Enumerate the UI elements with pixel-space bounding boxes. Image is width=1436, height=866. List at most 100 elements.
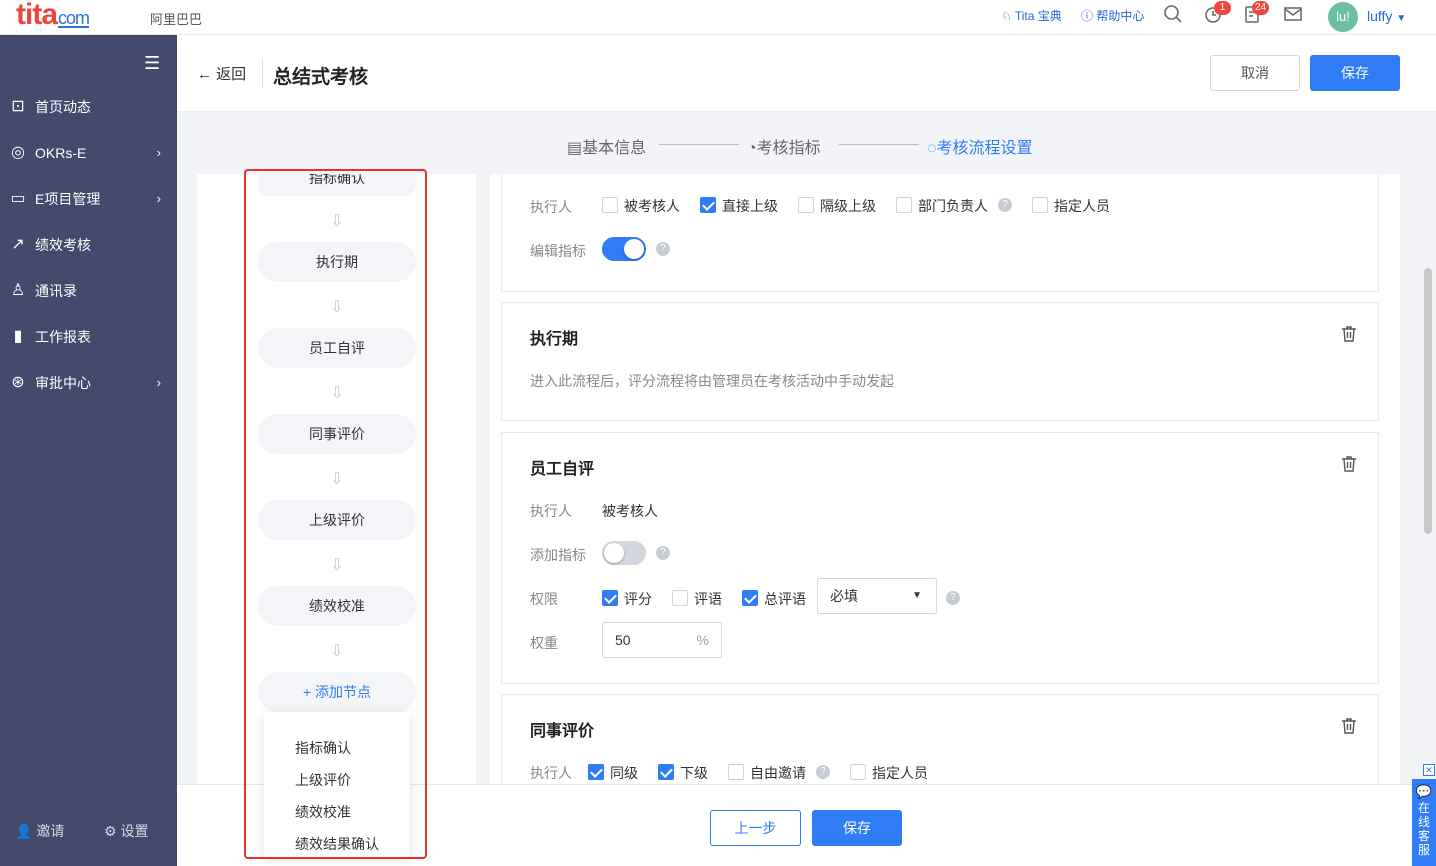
bar-chart-icon: ▮	[13, 328, 23, 345]
delete-trash-icon[interactable]	[1340, 325, 1358, 343]
step-connector	[659, 144, 739, 145]
sidebar-item-performance[interactable]: ↗ 绩效考核	[0, 224, 177, 266]
checkbox-label: 评语	[694, 591, 722, 607]
card-title: 同事评价	[530, 723, 595, 740]
checkbox-designated[interactable]	[850, 764, 866, 780]
edit-icon: ↗	[11, 236, 25, 253]
invite-button[interactable]: 👤 邀请	[15, 821, 64, 841]
step-indicators[interactable]: ◔考核指标	[747, 134, 821, 158]
sidebar-item-projects[interactable]: ▭ E项目管理 ›	[0, 178, 177, 220]
delete-trash-icon[interactable]	[1340, 717, 1358, 735]
checkbox-free-invite[interactable]	[728, 764, 744, 780]
reminder-clock-icon[interactable]: 1	[1202, 1, 1231, 26]
step-basic-info[interactable]: ▤基本信息	[567, 134, 646, 158]
mail-icon[interactable]	[1282, 4, 1304, 26]
approval-icon: ⊛	[11, 374, 25, 391]
card-title: 执行期	[530, 331, 579, 348]
divider	[262, 59, 263, 87]
peer-review-card: 同事评价 执行人 同级 下级 自由邀请 ? 指定人员	[501, 694, 1379, 784]
help-icon[interactable]: ?	[816, 765, 830, 779]
help-icon[interactable]: ?	[656, 242, 670, 256]
document-icon: ▤	[567, 140, 583, 157]
footer-save-button[interactable]: 保存	[812, 810, 902, 846]
chevron-right-icon: ›	[156, 375, 161, 390]
sidebar: ☰ ⊡ 首页动态 ◎ OKRs-E › ▭ E项目管理 › ↗ 绩效考核 ♙ 通讯录 ▮ 工作报…	[0, 35, 177, 866]
checkbox-label: 指定人员	[872, 765, 928, 781]
save-button[interactable]: 保存	[1310, 55, 1400, 91]
checkbox-direct-manager[interactable]	[700, 197, 716, 213]
chat-icon: 💬	[1415, 784, 1433, 799]
executor-value: 被考核人	[602, 503, 658, 519]
sidebar-item-approval[interactable]: ⊛ 审批中心 ›	[0, 362, 177, 404]
executor-label: 执行人	[530, 199, 572, 215]
step-connector	[839, 144, 919, 145]
add-indicator-label: 添加指标	[530, 547, 586, 563]
menu-toggle-icon[interactable]: ☰	[144, 53, 160, 74]
sidebar-item-home[interactable]: ⊡ 首页动态	[0, 86, 177, 128]
checkbox-skip-manager[interactable]	[798, 197, 814, 213]
executor-label: 执行人	[530, 503, 572, 519]
unit-label: %	[696, 632, 709, 648]
caret-down-icon: ▼	[912, 590, 922, 601]
checkbox-appraisee[interactable]	[602, 197, 618, 213]
self-review-card: 员工自评 执行人 被考核人 添加指标 ? 权限 评分 评语 总评语 必填 ▼ ? …	[501, 432, 1379, 684]
executor-label: 执行人	[530, 765, 572, 781]
top-bar: titacom 阿里巴巴 ♘ Tita 宝典 ⓘ 帮助中心 1 24 lu! l…	[0, 0, 1436, 35]
reminder-badge: 1	[1214, 1, 1231, 15]
weight-label: 权重	[530, 635, 558, 651]
close-icon[interactable]: ✕	[1423, 764, 1435, 776]
checkbox-designated[interactable]	[1032, 197, 1048, 213]
checkbox-label: 同级	[610, 765, 638, 781]
back-button[interactable]: ← 返回	[197, 63, 246, 84]
checkbox-dept-head[interactable]	[896, 197, 912, 213]
help-icon[interactable]: ?	[946, 591, 960, 605]
indicator-confirm-card: 执行人 被考核人 直接上级 隔级上级 部门负责人 ? 指定人员 编辑指标 ?	[501, 174, 1379, 292]
weight-input[interactable]: 50%	[602, 622, 722, 658]
tita-guide-link[interactable]: ♘ Tita 宝典	[1001, 7, 1062, 24]
gear-icon: ⚙	[104, 823, 117, 839]
checkbox-summary-comment[interactable]	[742, 590, 758, 606]
checkbox-label: 下级	[680, 765, 708, 781]
previous-step-button[interactable]: 上一步	[710, 810, 801, 846]
card-description: 进入此流程后，评分流程将由管理员在考核活动中手动发起	[530, 373, 894, 389]
checkbox-score[interactable]	[602, 590, 618, 606]
checkbox-label: 自由邀请	[750, 765, 806, 781]
edit-indicator-toggle[interactable]	[602, 237, 646, 261]
username-dropdown[interactable]: luffy ▼	[1367, 8, 1406, 24]
highlight-box	[244, 169, 427, 859]
permission-label: 权限	[530, 591, 558, 607]
tita-logo[interactable]: titacom	[16, 0, 90, 34]
checkbox-label: 评分	[624, 591, 652, 607]
add-indicator-toggle[interactable]	[602, 541, 646, 565]
delete-trash-icon[interactable]	[1340, 455, 1358, 473]
checkbox-comment[interactable]	[672, 590, 688, 606]
help-center-link[interactable]: ⓘ 帮助中心	[1081, 7, 1144, 24]
checkbox-subordinate[interactable]	[658, 764, 674, 780]
sidebar-item-okrs[interactable]: ◎ OKRs-E ›	[0, 132, 177, 174]
message-icon: ⊡	[11, 98, 25, 115]
sidebar-item-contacts[interactable]: ♙ 通讯录	[0, 270, 177, 312]
online-service-button[interactable]: 💬 在线客服	[1412, 779, 1436, 866]
cancel-button[interactable]: 取消	[1210, 55, 1300, 91]
checkbox-label: 隔级上级	[820, 198, 876, 214]
gauge-icon: ◔	[747, 140, 757, 157]
task-badge: 24	[1252, 1, 1270, 15]
checkbox-label: 指定人员	[1054, 198, 1110, 214]
page-header: ← 返回 总结式考核 取消 保存	[177, 35, 1436, 111]
chevron-right-icon: ›	[156, 191, 161, 206]
edit-indicator-label: 编辑指标	[530, 243, 586, 259]
user-avatar[interactable]: lu!	[1328, 2, 1358, 32]
step-process-settings[interactable]: ◌考核流程设置	[927, 134, 1033, 158]
task-icon[interactable]: 24	[1242, 1, 1270, 26]
help-icon[interactable]: ?	[656, 546, 670, 560]
scrollbar[interactable]	[1424, 268, 1432, 534]
required-select[interactable]: 必填 ▼	[817, 578, 937, 614]
checkbox-label: 部门负责人	[918, 198, 988, 214]
settings-button[interactable]: ⚙ 设置	[104, 821, 148, 841]
help-icon[interactable]: ?	[998, 198, 1012, 212]
checkbox-label: 总评语	[764, 591, 806, 607]
checkbox-same-level[interactable]	[588, 764, 604, 780]
search-icon[interactable]	[1162, 4, 1184, 26]
sidebar-item-reports[interactable]: ▮ 工作报表	[0, 316, 177, 358]
target-icon: ◎	[11, 144, 25, 161]
